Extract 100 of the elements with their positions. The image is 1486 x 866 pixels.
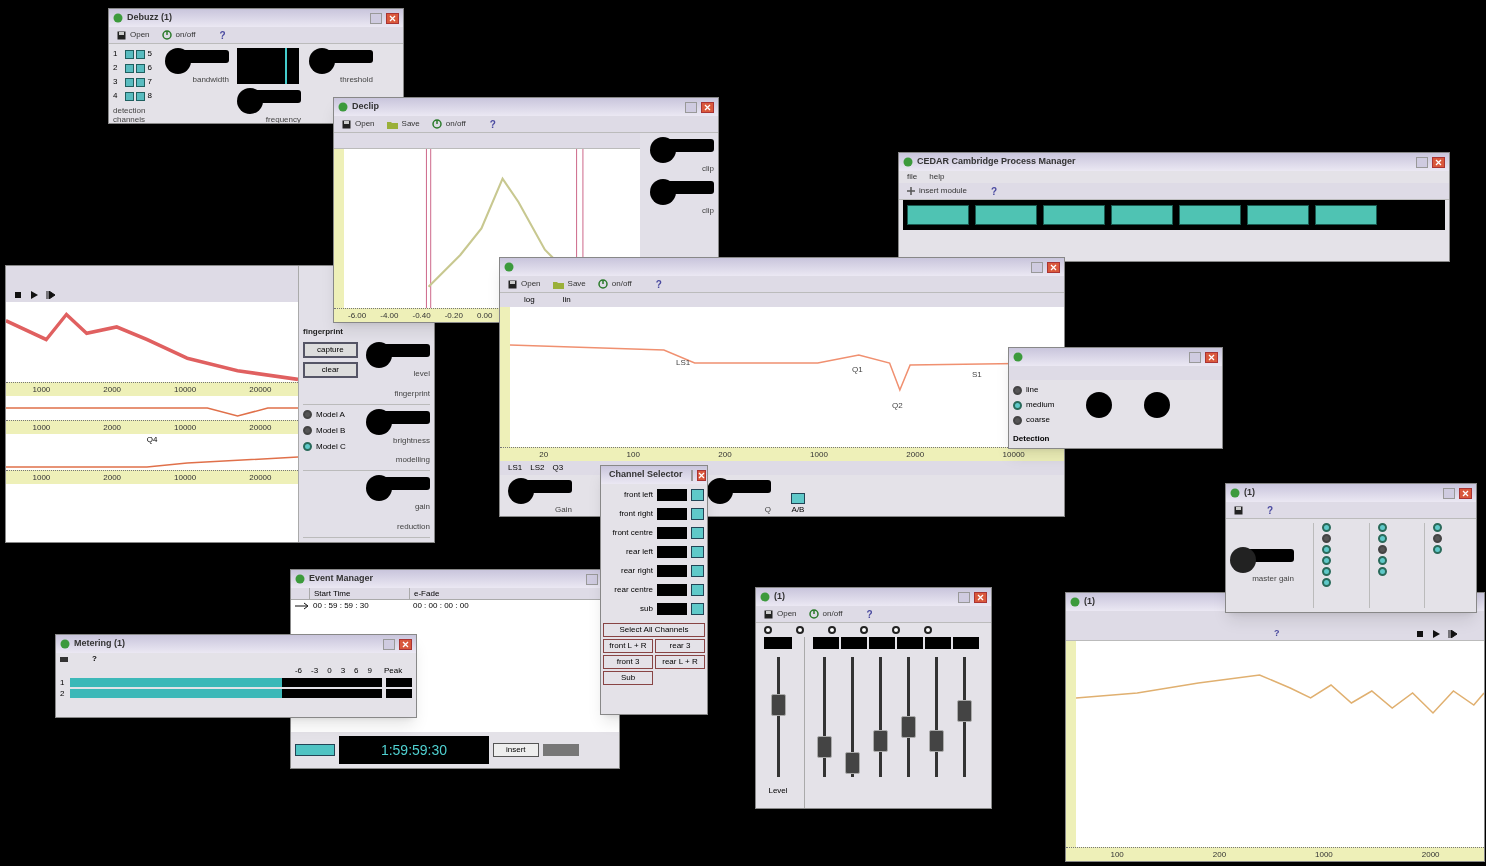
scale-button[interactable]: lin <box>562 294 571 306</box>
close-button[interactable] <box>974 591 987 603</box>
radio-button[interactable] <box>860 626 868 634</box>
open-button[interactable]: Open <box>342 118 375 130</box>
open-button[interactable]: Open <box>117 29 150 41</box>
knob[interactable] <box>366 408 430 435</box>
knob[interactable] <box>237 88 301 114</box>
radio-button[interactable] <box>892 626 900 634</box>
module-tile[interactable] <box>907 205 969 225</box>
radio-button[interactable] <box>828 626 836 634</box>
group-button[interactable]: front 3 <box>603 655 653 669</box>
power-button[interactable]: on/off <box>431 118 466 130</box>
close-button[interactable] <box>399 638 412 650</box>
scale-button[interactable]: log <box>524 294 535 306</box>
group-button[interactable]: front L + R <box>603 639 653 653</box>
group-button[interactable]: rear L + R <box>655 655 705 669</box>
module-tile[interactable] <box>975 205 1037 225</box>
insert-button[interactable]: insert module <box>907 185 968 197</box>
radio-button[interactable] <box>1322 523 1332 532</box>
radio-button[interactable] <box>1377 556 1387 565</box>
radio-button[interactable] <box>1433 523 1443 532</box>
channel-toggle[interactable] <box>691 488 704 501</box>
power-button[interactable]: on/off <box>161 29 196 41</box>
radio-button[interactable] <box>1013 400 1022 410</box>
radio-button[interactable] <box>1377 567 1387 576</box>
open-button[interactable] <box>1234 505 1243 515</box>
menu-icon[interactable] <box>60 656 68 662</box>
fader-thumb[interactable] <box>929 730 944 752</box>
radio-button[interactable] <box>1377 534 1387 543</box>
knob[interactable] <box>366 475 430 502</box>
panel-button[interactable]: clear <box>303 362 358 378</box>
knob[interactable] <box>309 48 373 74</box>
band-button[interactable]: Q3 <box>552 462 564 474</box>
radio-button[interactable] <box>1377 545 1387 554</box>
close-button[interactable] <box>386 12 399 24</box>
menu-item[interactable]: file <box>907 171 918 183</box>
channel-toggle[interactable] <box>691 564 704 577</box>
radio-button[interactable] <box>303 410 312 420</box>
fader-thumb[interactable] <box>901 715 916 738</box>
help-button[interactable]: ? <box>489 116 496 132</box>
play-button[interactable] <box>30 291 38 299</box>
channel-toggle[interactable] <box>691 583 704 596</box>
module-tile[interactable] <box>1111 205 1173 225</box>
fader-thumb[interactable] <box>845 751 860 774</box>
toggle-button[interactable] <box>791 493 805 504</box>
group-button[interactable]: Sub <box>603 671 653 685</box>
skip-button[interactable] <box>1447 629 1458 638</box>
radio-button[interactable] <box>1433 545 1443 554</box>
fader-thumb[interactable] <box>957 700 972 722</box>
select-all-button[interactable]: Select All Channels <box>603 623 705 637</box>
module-tile[interactable] <box>1247 205 1309 225</box>
save-button[interactable]: Save <box>386 118 420 130</box>
power-button[interactable]: on/off <box>808 608 843 620</box>
radio-button[interactable] <box>924 626 932 634</box>
help-button[interactable]: ? <box>991 183 998 199</box>
group-button[interactable]: rear 3 <box>655 639 705 653</box>
skip-button[interactable] <box>46 291 56 299</box>
knob[interactable] <box>165 48 229 74</box>
close-button[interactable] <box>696 469 706 481</box>
close-button[interactable] <box>1432 156 1445 168</box>
tab[interactable]: fingerprint <box>303 326 343 338</box>
radio-button[interactable] <box>1433 534 1443 543</box>
stop-button[interactable] <box>14 291 22 299</box>
band-button[interactable]: LS1 <box>508 462 523 474</box>
stop-button[interactable] <box>1415 629 1424 638</box>
module-tile[interactable] <box>1179 205 1241 225</box>
radio-button[interactable] <box>1322 578 1332 587</box>
power-button[interactable]: on/off <box>597 278 632 290</box>
radio-button[interactable] <box>764 626 772 634</box>
radio-button[interactable] <box>796 626 804 634</box>
knob[interactable] <box>707 478 771 504</box>
help-button[interactable]: ? <box>219 27 226 43</box>
insert-button[interactable]: insert <box>493 743 539 757</box>
radio-button[interactable] <box>1322 567 1332 576</box>
open-button[interactable]: Open <box>508 278 541 290</box>
help-button[interactable]: ? <box>655 276 662 292</box>
close-button[interactable] <box>1205 351 1218 363</box>
help-button[interactable]: ? <box>866 606 873 622</box>
radio-button[interactable] <box>1322 556 1332 565</box>
radio-button[interactable] <box>303 426 312 436</box>
knob[interactable] <box>1086 392 1113 418</box>
channel-toggle[interactable] <box>691 545 704 558</box>
channel-toggle[interactable] <box>691 526 704 539</box>
knob[interactable] <box>1144 392 1171 418</box>
radio-button[interactable] <box>1013 415 1022 425</box>
knob[interactable] <box>508 478 572 504</box>
band-button[interactable]: LS2 <box>530 462 545 474</box>
radio-button[interactable] <box>1322 545 1332 554</box>
close-button[interactable] <box>701 101 714 113</box>
channel-toggle[interactable] <box>691 602 704 615</box>
radio-button[interactable] <box>1013 385 1022 395</box>
open-button[interactable]: Open <box>764 608 797 620</box>
knob[interactable] <box>650 179 714 205</box>
help-button[interactable]: ? <box>92 653 97 665</box>
close-button[interactable] <box>1047 261 1060 273</box>
fader-thumb[interactable] <box>873 730 888 752</box>
knob[interactable] <box>1230 546 1294 573</box>
channel-toggle[interactable] <box>691 507 704 520</box>
help-button[interactable]: ? <box>1267 502 1274 518</box>
play-button[interactable] <box>1431 629 1440 638</box>
